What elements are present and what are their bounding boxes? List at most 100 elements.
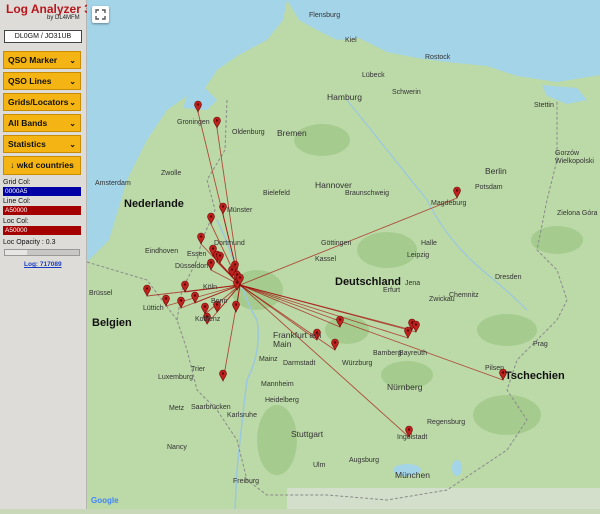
chevron-down-icon: ⌄ (69, 119, 76, 128)
city-ulm: Ulm (313, 462, 326, 469)
city-berlin: Berlin (485, 166, 507, 176)
qso-marker-dot (221, 205, 225, 208)
qso-marker-dot (238, 276, 242, 279)
loc-color-field[interactable]: A50000 (3, 226, 81, 235)
city-regensburg: Regensburg (427, 419, 466, 426)
qso-marker-dot (407, 428, 411, 431)
app-subtitle: by DL4MFM (47, 15, 80, 21)
city-munster: Münster (227, 207, 253, 214)
city-koblenz: Koblenz (195, 316, 221, 323)
qso-marker-dot (193, 294, 197, 297)
city-bonn: Bonn (211, 298, 228, 305)
city-luttich: Lüttich (143, 305, 164, 312)
city-saarbrucken: Saarbrücken (191, 404, 231, 411)
loc-color-label: Loc Col: (3, 218, 29, 225)
city-gottingen: Göttingen (321, 240, 352, 247)
qso-marker-label: QSO Marker (8, 55, 58, 65)
opacity-slider[interactable] (4, 249, 80, 256)
city-pilsen: Pilsen (485, 365, 505, 372)
city-prag: Prag (533, 341, 548, 348)
city-mainz: Mainz (259, 356, 278, 363)
city-rostock: Rostock (425, 54, 451, 61)
qso-marker-dot (179, 299, 183, 302)
log-link[interactable]: Log: 717089 (24, 261, 62, 268)
all-bands-button[interactable]: All Bands ⌄ (3, 114, 81, 132)
city-kiel: Kiel (345, 37, 357, 44)
qso-marker-button[interactable]: QSO Marker ⌄ (3, 51, 81, 69)
city-dresden: Dresden (495, 274, 522, 281)
callsign-field[interactable]: DL0GM / JO31UB (4, 30, 82, 43)
city-braunschweig: Braunschweig (345, 190, 389, 197)
city-bamberg: Bamberg (373, 350, 402, 357)
city-augsburg: Augsburg (349, 457, 379, 464)
all-bands-label: All Bands (8, 118, 48, 128)
qso-marker-dot (145, 287, 149, 290)
city-oldenburg: Oldenburg (232, 129, 265, 136)
grid-color-field[interactable]: 0000A5 (3, 187, 81, 196)
city-halle: Halle (421, 240, 437, 247)
chevron-down-icon: ⌄ (69, 56, 76, 65)
city-bielefeld: Bielefeld (263, 190, 290, 197)
city-nancy: Nancy (167, 444, 187, 451)
qso-marker-dot (164, 297, 168, 300)
city-koln: Köln (203, 284, 218, 291)
qso-marker-dot (338, 318, 342, 321)
qso-lines-label: QSO Lines (8, 76, 52, 86)
country-label-belgien: Belgien (92, 317, 132, 329)
qso-marker-dot (196, 103, 200, 106)
fullscreen-icon (95, 9, 106, 20)
city-metz: Metz (169, 405, 185, 412)
city-freiburg: Freiburg (233, 478, 260, 485)
city-munchen: München (395, 470, 430, 480)
qso-marker-dot (183, 283, 187, 286)
qso-marker-dot (215, 119, 219, 122)
city-leipzig: Leipzig (407, 252, 430, 259)
qso-marker-dot (203, 305, 207, 308)
qso-lines-button[interactable]: QSO Lines ⌄ (3, 72, 81, 90)
city-hamburg: Hamburg (327, 92, 362, 102)
google-logo: Google (91, 496, 119, 505)
fullscreen-button[interactable] (92, 6, 109, 23)
qso-marker-dot (218, 254, 222, 257)
qso-marker-dot (211, 247, 215, 250)
city-bremen: Bremen (277, 128, 307, 138)
city-brussel: Brüssel (89, 290, 113, 297)
city-trier: Trier (191, 366, 206, 373)
grids-locators-button[interactable]: Grids/Locators ⌄ (3, 93, 81, 111)
chevron-down-icon: ⌄ (69, 140, 76, 149)
city-eindhoven: Eindhoven (145, 248, 179, 255)
grid-color-label: Grid Col: (3, 179, 31, 186)
city-ingolstadt: Ingolstadt (397, 434, 428, 441)
chevron-down-icon: ⌄ (69, 77, 76, 86)
qso-marker-dot (234, 303, 238, 306)
city-stuttgart: Stuttgart (291, 429, 324, 439)
qso-marker-dot (333, 341, 337, 344)
city-jena: Jena (405, 280, 421, 287)
line-color-field[interactable]: A50000 (3, 206, 81, 215)
city-essen: Essen (187, 251, 207, 258)
map[interactable]: Nederlande Deutschland Belgien Tschechie… (86, 0, 600, 510)
city-kassel: Kassel (315, 256, 337, 263)
grids-locators-label: Grids/Locators (8, 97, 69, 107)
qso-marker-dot (230, 268, 234, 271)
qso-marker-dot (199, 235, 203, 238)
country-label-tschechien: Tschechien (505, 370, 565, 382)
statistics-label: Statistics (8, 139, 46, 149)
city-bayreuth: Bayreuth (399, 350, 428, 357)
city-nurnberg: Nürnberg (387, 382, 423, 392)
qso-marker-dot (209, 261, 213, 264)
city-darmstadt: Darmstadt (283, 360, 316, 367)
line-color-label: Line Col: (3, 198, 31, 205)
city-magdeburg: Magdeburg (431, 200, 467, 207)
city-amsterdam: Amsterdam (95, 180, 131, 187)
qso-marker-dot (455, 189, 459, 192)
city-potsdam: Potsdam (475, 184, 503, 191)
city-frankfurt: Frankfurt am Main (273, 330, 322, 349)
city-karlsruhe: Karlsruhe (227, 412, 257, 419)
city-dortmund: Dortmund (214, 240, 245, 247)
wkd-countries-button[interactable]: ↓ wkd countries (3, 156, 81, 175)
city-mannheim: Mannheim (261, 381, 294, 388)
city-zwolle: Zwolle (161, 170, 182, 177)
statistics-button[interactable]: Statistics ⌄ (3, 135, 81, 153)
city-dusseldorf: Düsseldorf (175, 263, 209, 270)
